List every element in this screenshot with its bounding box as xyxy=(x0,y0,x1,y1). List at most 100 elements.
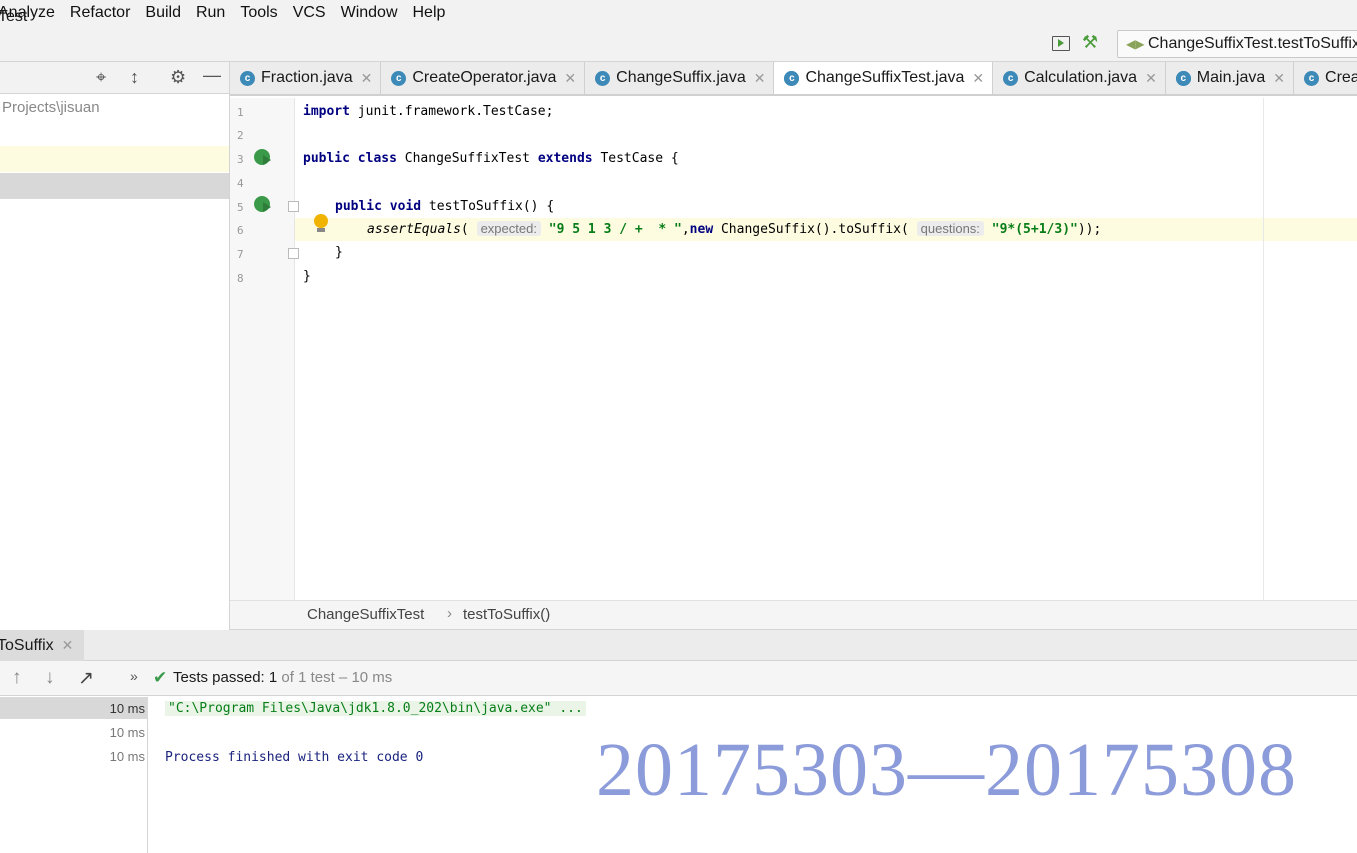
arrow-up-icon[interactable]: ↑ xyxy=(12,667,22,689)
tab-main-java[interactable]: c Main.java ✕ xyxy=(1166,62,1295,94)
tab-changesuffix-java[interactable]: c ChangeSuffix.java ✕ xyxy=(585,62,775,94)
line-number: 2 xyxy=(237,129,244,142)
close-icon[interactable]: ✕ xyxy=(754,70,766,87)
nav-title[interactable]: Test xyxy=(0,8,27,26)
java-class-icon: c xyxy=(1003,70,1019,86)
menu-help[interactable]: Help xyxy=(413,4,446,22)
keyword: extends xyxy=(537,151,593,166)
java-test-class-icon: c xyxy=(784,70,800,86)
line-number: 3 xyxy=(237,153,244,166)
java-class-icon: c xyxy=(1304,70,1320,86)
keyword: new xyxy=(689,222,714,237)
console-command-line[interactable]: "C:\Program Files\Java\jdk1.8.0_202\bin\… xyxy=(165,701,586,716)
test-duration[interactable]: 10 ms xyxy=(110,749,145,764)
more-chevron-icon[interactable]: » xyxy=(130,668,138,684)
code-line-5[interactable]: public void testToSuffix() { xyxy=(335,199,554,214)
tab-label: Creat xyxy=(1325,69,1357,86)
tab-label: Fraction.java xyxy=(261,69,353,86)
string-literal: "9 5 1 3 / + * " xyxy=(548,222,682,237)
menu-refactor[interactable]: Refactor xyxy=(70,4,130,22)
method-call: assertEquals xyxy=(367,222,461,237)
locate-crosshair-icon[interactable]: ⌖ xyxy=(96,67,106,88)
tests-summary: of 1 test – 10 ms xyxy=(277,669,393,686)
right-margin-guide xyxy=(1263,98,1264,600)
code-text: testToSuffix() { xyxy=(421,199,555,214)
keyword: public xyxy=(335,199,382,214)
tab-creat-truncated[interactable]: c Creat xyxy=(1294,62,1357,94)
close-icon[interactable]: ✕ xyxy=(972,70,984,87)
arrow-down-icon[interactable]: ↓ xyxy=(45,667,55,689)
breadcrumb-class[interactable]: ChangeSuffixTest xyxy=(307,606,424,623)
code-text: junit.framework.TestCase; xyxy=(349,104,554,119)
code-line-1[interactable]: import junit.framework.TestCase; xyxy=(303,104,553,119)
collapse-all-icon[interactable]: ↕ xyxy=(130,67,139,88)
menu-vcs[interactable]: VCS xyxy=(293,4,326,22)
menu-run[interactable]: Run xyxy=(196,4,225,22)
tab-label: ChangeSuffix.java xyxy=(616,69,746,86)
minimize-icon[interactable]: — xyxy=(203,65,221,86)
export-icon[interactable]: ↗ xyxy=(78,667,94,690)
tests-status: Tests passed: 1 of 1 test – 10 ms xyxy=(173,669,392,686)
code-line-6[interactable]: assertEquals( expected: "9 5 1 3 / + * "… xyxy=(367,221,1101,237)
menu-tools[interactable]: Tools xyxy=(240,4,277,22)
test-duration[interactable]: 10 ms xyxy=(110,725,145,740)
junit-config-icon: ◀▶ xyxy=(1126,37,1145,51)
keyword: import xyxy=(303,104,350,119)
close-icon[interactable]: ✕ xyxy=(1145,70,1157,87)
breadcrumb-separator: › xyxy=(447,605,452,622)
run-test-method-icon[interactable] xyxy=(254,196,271,212)
java-main-class-icon: c xyxy=(1175,70,1191,86)
code-text: )); xyxy=(1077,222,1102,237)
code-text: TestCase { xyxy=(592,151,679,166)
test-tree-panel xyxy=(0,697,148,853)
editor-tab-bar: c Fraction.java ✕ c CreateOperator.java … xyxy=(230,62,1357,96)
fold-marker-icon[interactable] xyxy=(288,248,299,259)
close-icon[interactable]: ✕ xyxy=(1273,70,1285,87)
close-icon[interactable]: ✕ xyxy=(564,70,576,87)
tab-createoperator-java[interactable]: c CreateOperator.java ✕ xyxy=(381,62,586,94)
code-text: ChangeSuffix().toSuffix( xyxy=(713,222,909,237)
line-number: 6 xyxy=(237,224,244,237)
run-configuration-selector[interactable]: ◀▶ ChangeSuffixTest.testToSuffix xyxy=(1117,30,1357,58)
tab-calculation-java[interactable]: c Calculation.java ✕ xyxy=(993,62,1166,94)
editor-gutter[interactable] xyxy=(230,98,295,600)
run-test-class-icon[interactable] xyxy=(254,149,271,165)
tab-label: Calculation.java xyxy=(1024,69,1138,86)
run-tab-tosuffix[interactable]: ToSuffix ✕ xyxy=(0,630,84,661)
keyword: public xyxy=(303,151,350,166)
line-number: 5 xyxy=(237,201,244,214)
line-number: 4 xyxy=(237,177,244,190)
code-text: , xyxy=(681,222,690,237)
project-tree-row[interactable] xyxy=(0,146,230,172)
code-line-7[interactable]: } xyxy=(335,245,343,260)
menu-window[interactable]: Window xyxy=(341,4,398,22)
test-duration[interactable]: 10 ms xyxy=(110,701,145,716)
lightbulb-intention-icon[interactable] xyxy=(314,214,328,232)
line-number: 1 xyxy=(237,106,244,119)
java-class-icon: c xyxy=(595,70,611,86)
menu-build[interactable]: Build xyxy=(145,4,181,22)
code-line-8[interactable]: } xyxy=(303,269,311,284)
tests-passed-label: Tests passed: xyxy=(173,669,265,686)
string-literal: "9*(5+1/3)" xyxy=(991,222,1078,237)
run-configuration-label: ChangeSuffixTest.testToSuffix xyxy=(1148,35,1357,52)
project-tree-row-selected[interactable] xyxy=(0,173,230,199)
run-tool-window-tabs xyxy=(0,630,1357,661)
tab-label: ChangeSuffixTest.java xyxy=(805,69,965,86)
menu-bar: Analyze Refactor Build Run Tools VCS Win… xyxy=(0,0,1357,26)
code-text: ( xyxy=(460,222,469,237)
code-line-3[interactable]: public class ChangeSuffixTest extends Te… xyxy=(303,151,679,166)
tab-fraction-java[interactable]: c Fraction.java ✕ xyxy=(230,62,382,94)
gear-icon[interactable]: ⚙ xyxy=(170,67,186,88)
breadcrumb-method[interactable]: testToSuffix() xyxy=(463,606,550,623)
fold-marker-icon[interactable] xyxy=(288,201,299,212)
hammer-build-icon[interactable]: ⚒ xyxy=(1082,32,1098,53)
keyword: void xyxy=(389,199,422,214)
class-name: ChangeSuffixTest xyxy=(396,151,538,166)
check-icon: ✔ xyxy=(153,668,168,687)
close-icon[interactable]: ✕ xyxy=(361,70,373,87)
tab-changesuffixtest-java[interactable]: c ChangeSuffixTest.java ✕ xyxy=(774,62,994,94)
project-root-path[interactable]: Projects\jisuan xyxy=(2,99,100,116)
run-window-icon[interactable] xyxy=(1052,36,1070,51)
close-icon[interactable]: ✕ xyxy=(62,637,74,654)
